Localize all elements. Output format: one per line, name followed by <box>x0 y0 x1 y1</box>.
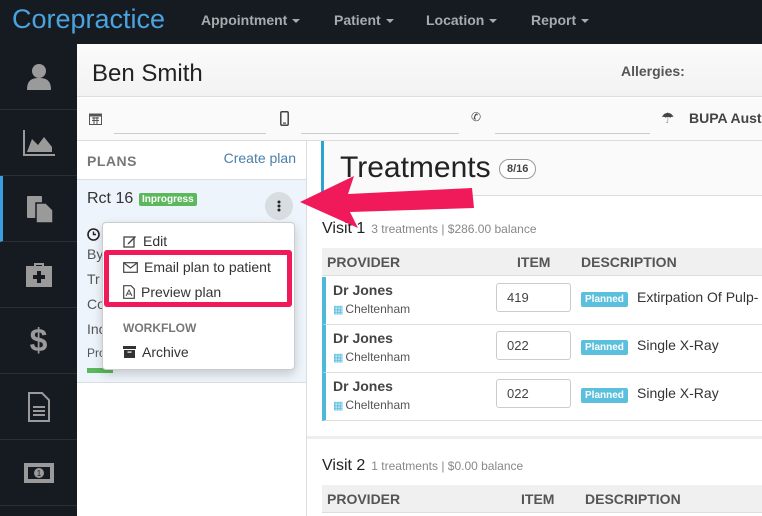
treatment-status-badge: Planned <box>581 340 628 355</box>
workflow-header: WORKFLOW <box>123 321 197 335</box>
nav-location[interactable]: Location <box>426 12 498 28</box>
item-code-input[interactable] <box>496 283 571 312</box>
svg-text:1: 1 <box>36 469 41 478</box>
location-label: Cheltenham <box>345 350 411 364</box>
top-navbar: Corepractice Appointment Patient Locatio… <box>0 0 762 44</box>
caret-down-icon <box>292 19 301 23</box>
caret-down-icon <box>581 19 590 23</box>
col-provider: PROVIDER <box>327 254 401 270</box>
visit-label: Visit 2 <box>322 457 366 474</box>
visit-1-table-header: PROVIDER ITEM DESCRIPTION <box>322 248 762 276</box>
edit-icon <box>123 235 136 248</box>
plan-menu-button[interactable] <box>265 192 293 220</box>
nav-patient[interactable]: Patient <box>334 12 394 28</box>
sidebar-item-medical[interactable] <box>0 242 77 308</box>
col-provider: PROVIDER <box>327 491 401 507</box>
chart-area-icon <box>22 129 55 156</box>
sidebar-item-billing[interactable]: $ <box>0 308 77 374</box>
col-description: DESCRIPTION <box>581 254 677 270</box>
umbrella-icon: ☂ <box>661 110 675 127</box>
provider-name: Dr Jones <box>333 330 393 346</box>
table-row[interactable]: Dr Jones ▦Cheltenham Planned Single X-Ra… <box>322 325 762 373</box>
file-text-icon <box>27 391 50 422</box>
treatment-description: Extirpation Of Pulp- <box>637 289 759 305</box>
visit-separator <box>307 436 762 439</box>
brand-logo[interactable]: Corepractice <box>12 4 165 35</box>
menu-item-edit[interactable]: Edit <box>123 233 167 249</box>
annotation-highlight-box <box>104 250 292 307</box>
sidebar-item-charts[interactable] <box>0 110 77 176</box>
insurer-name: BUPA Aust <box>689 110 762 126</box>
treatments-count-badge: 8/16 <box>499 159 537 179</box>
patient-name: Ben Smith <box>92 60 203 87</box>
plan-detail-line: By <box>87 246 104 262</box>
plan-name: Rct 16 <box>87 190 134 207</box>
mobile-field[interactable] <box>301 106 459 134</box>
provider-name: Dr Jones <box>333 282 393 298</box>
create-plan-link[interactable]: Create plan <box>224 150 296 166</box>
user-icon <box>26 63 51 90</box>
annotation-arrow-icon <box>300 176 474 228</box>
location-label: Cheltenham <box>345 398 411 412</box>
menu-item-label: Edit <box>143 233 168 249</box>
provider-location: ▦ Cheltenham <box>333 302 410 316</box>
nav-label: Location <box>426 12 485 28</box>
nav-appointment[interactable]: Appointment <box>201 12 301 28</box>
dob-field[interactable] <box>114 106 266 134</box>
location-label: Cheltenham <box>345 302 411 316</box>
mobile-icon <box>280 111 289 126</box>
visit-2-title: Visit 2 1 treatments | $0.00 balance <box>322 457 523 475</box>
medkit-icon <box>25 262 52 287</box>
building-icon: ▦ <box>333 303 344 316</box>
plan-detail-line: Tr <box>87 271 100 287</box>
kebab-icon <box>277 200 281 212</box>
menu-item-archive[interactable]: Archive <box>123 344 189 360</box>
provider-name: Dr Jones <box>333 378 393 394</box>
sidebar-item-plans[interactable] <box>0 176 77 242</box>
nav-label: Patient <box>334 12 381 28</box>
table-row[interactable]: Dr Jones ▦Cheltenham Planned Single X-Ra… <box>322 373 762 421</box>
nav-report[interactable]: Report <box>531 12 590 28</box>
provider-location: ▦ Cheltenham <box>333 398 410 412</box>
documents-icon <box>27 195 54 224</box>
treatment-description: Single X-Ray <box>637 337 719 353</box>
treatment-status-badge: Planned <box>581 388 628 403</box>
nav-label: Appointment <box>201 12 288 28</box>
archive-icon <box>123 346 136 358</box>
visit-meta: 1 treatments | $0.00 balance <box>371 459 524 473</box>
contact-bar: ✆ ☂ BUPA Aust <box>77 98 762 141</box>
sidebar: $ 1 <box>0 44 77 516</box>
col-description: DESCRIPTION <box>585 491 681 507</box>
sidebar-item-payments[interactable]: 1 <box>0 440 77 506</box>
sidebar-item-documents[interactable] <box>0 374 77 440</box>
sidebar-item-patient[interactable] <box>0 44 77 110</box>
caret-down-icon <box>489 19 498 23</box>
caret-down-icon <box>385 19 394 23</box>
allergies-label: Allergies: <box>621 63 685 79</box>
col-item: ITEM <box>521 491 555 507</box>
item-code-input[interactable] <box>496 331 571 360</box>
table-row[interactable]: Dr Jones ▦Cheltenham Planned Extirpation… <box>322 277 762 325</box>
provider-location: ▦ Cheltenham <box>333 350 410 364</box>
phone-field[interactable] <box>495 106 650 134</box>
dollar-icon: $ <box>29 322 48 358</box>
treatment-description: Single X-Ray <box>637 385 719 401</box>
phone-icon: ✆ <box>471 110 482 124</box>
calendar-icon <box>89 113 102 125</box>
clock-icon <box>87 228 100 241</box>
building-icon: ▦ <box>333 399 344 412</box>
treatment-status-badge: Planned <box>581 292 628 307</box>
patient-header: Ben Smith Allergies: <box>77 44 762 97</box>
building-icon: ▦ <box>333 351 344 364</box>
item-code-input[interactable] <box>496 379 571 408</box>
money-icon: 1 <box>23 462 54 483</box>
status-badge: Inprogress <box>139 193 197 206</box>
visit-2-table-header: PROVIDER ITEM DESCRIPTION <box>322 485 762 513</box>
plans-title: PLANS <box>87 153 137 169</box>
col-item: ITEM <box>517 254 551 270</box>
menu-item-label: Archive <box>142 344 189 360</box>
nav-label: Report <box>531 12 577 28</box>
